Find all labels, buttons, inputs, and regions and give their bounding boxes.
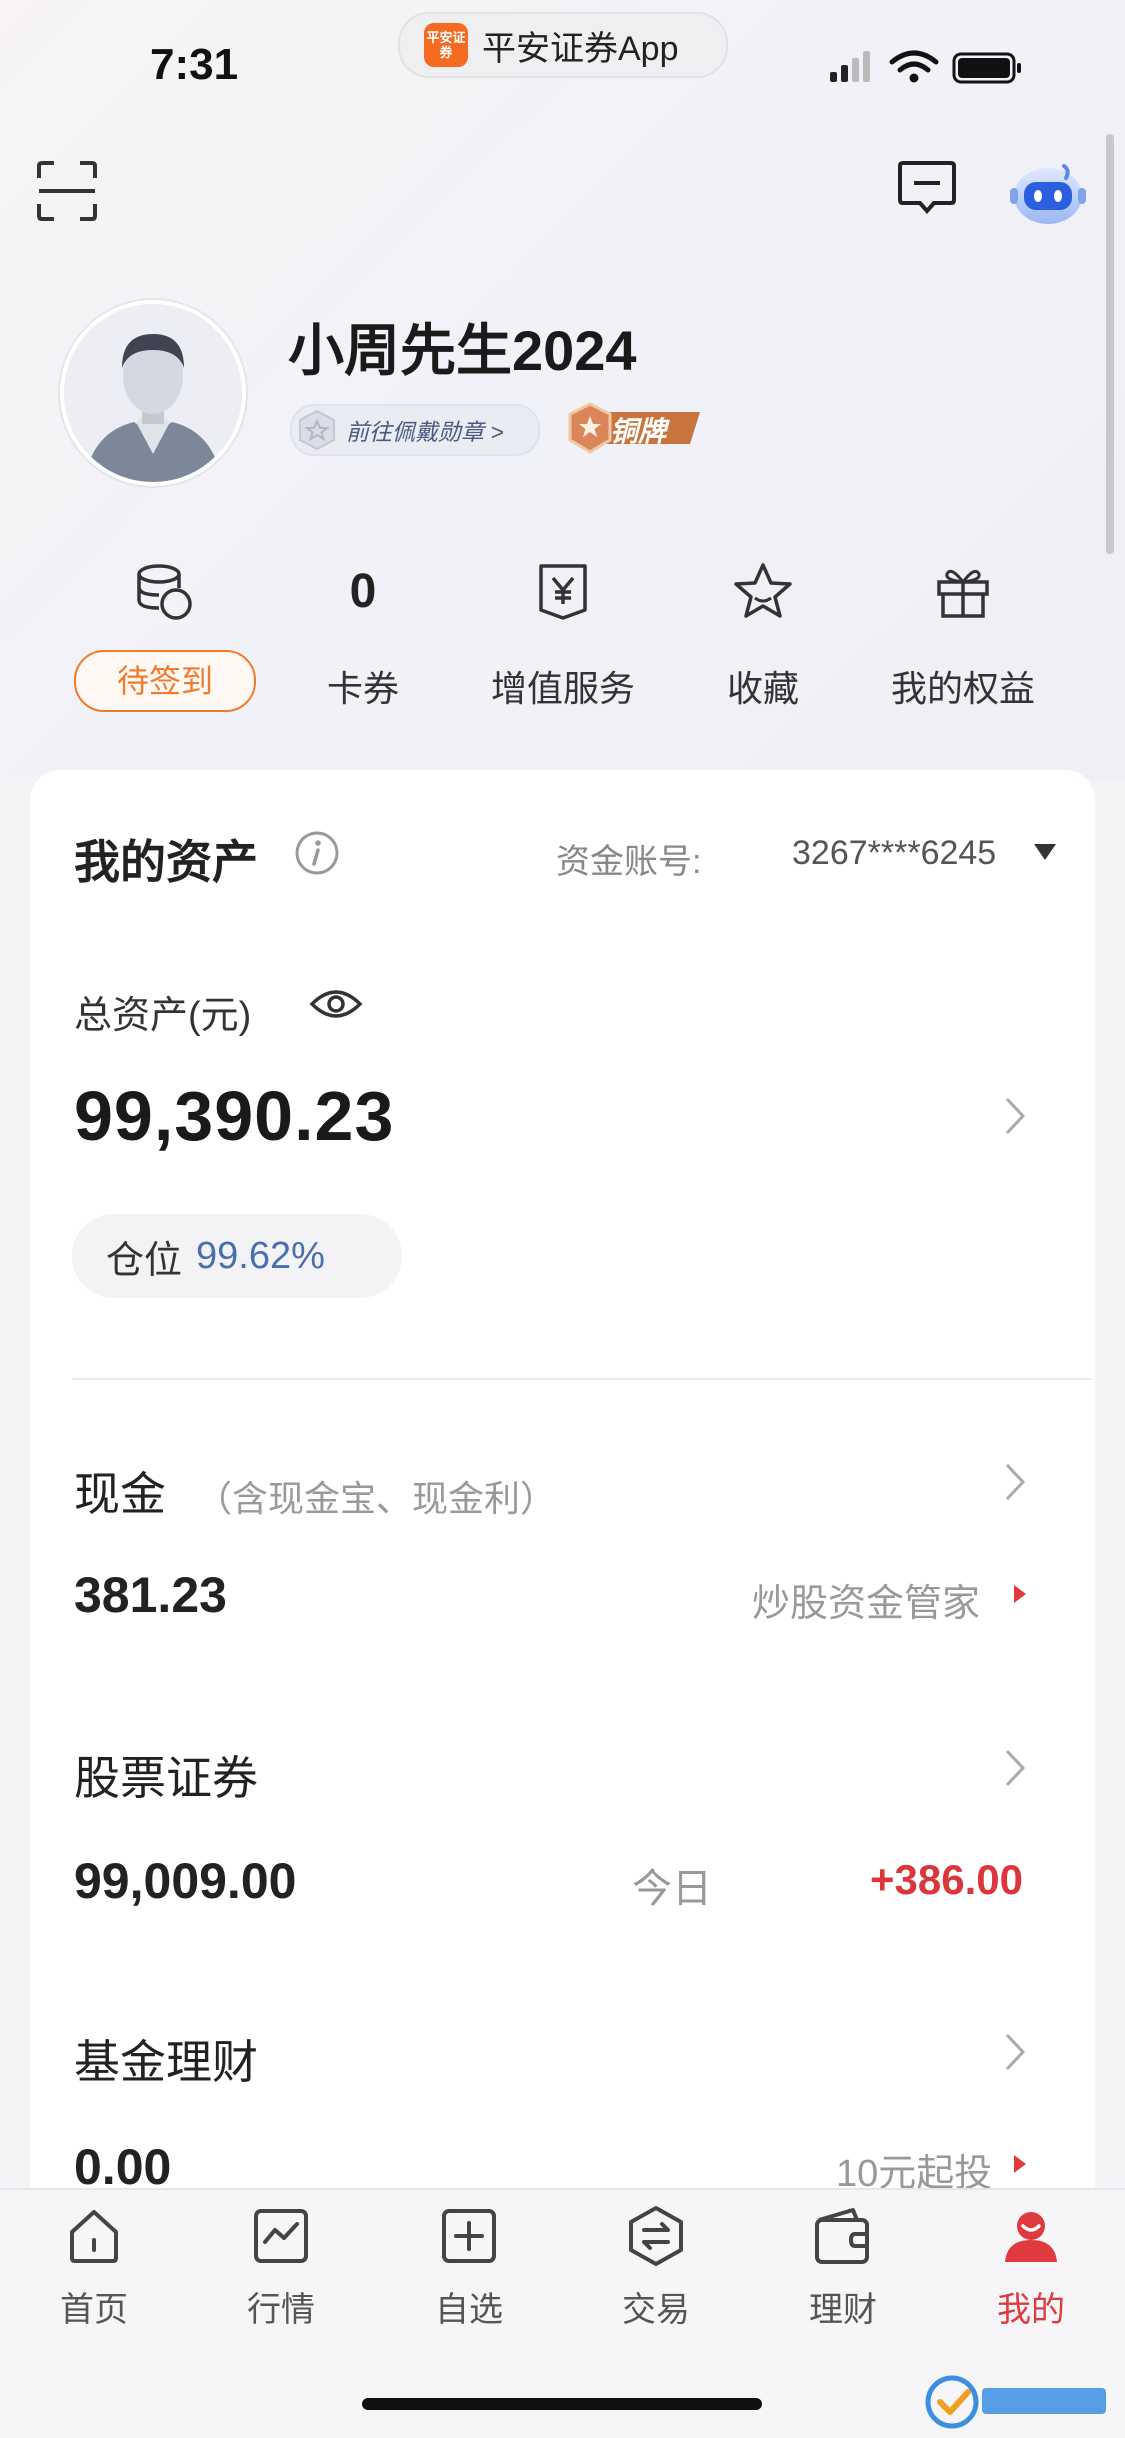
cash-title[interactable]: 现金 — [74, 1458, 166, 1524]
tab-mine-label: 我的 — [997, 2291, 1065, 2329]
today-change-value: +386.00 — [870, 1856, 1023, 1903]
tab-watchlist-label: 自选 — [435, 2291, 503, 2329]
avatar[interactable] — [60, 300, 246, 486]
scrollbar[interactable] — [1106, 134, 1114, 554]
sign-in-item[interactable] — [63, 560, 263, 624]
position-pill: 仓位 99.62% — [72, 1214, 402, 1298]
chart-icon — [254, 2209, 308, 2263]
account-number[interactable]: 3267****6245 — [792, 834, 996, 873]
position-label: 仓位 — [106, 1239, 183, 1282]
robot-assistant-icon[interactable] — [1008, 158, 1088, 228]
stocks-value: 99,009.00 — [74, 1853, 297, 1909]
account-dropdown-icon[interactable] — [1034, 844, 1056, 860]
home-icon — [70, 2210, 118, 2263]
total-assets-label: 总资产(元) — [74, 995, 252, 1037]
red-arrow-icon — [1014, 1585, 1026, 1603]
wear-badge-text: 前往佩戴勋章 > — [346, 419, 504, 445]
my-rights-label[interactable]: 我的权益 — [863, 660, 1063, 712]
tab-market[interactable]: 行情 — [206, 2200, 356, 2331]
total-assets-value[interactable]: 99,390.23 — [74, 1076, 394, 1156]
tab-trade-label: 交易 — [622, 2291, 690, 2329]
yen-bag-icon — [539, 564, 587, 620]
tab-watchlist[interactable]: 自选 — [394, 2200, 544, 2331]
scan-icon[interactable] — [36, 160, 98, 222]
watermark-logo-icon — [925, 2375, 1106, 2429]
my-rights-item[interactable] — [863, 560, 1063, 624]
favorites-item[interactable] — [663, 560, 863, 624]
status-time: 7:31 — [150, 40, 239, 89]
wallet-icon — [815, 2208, 869, 2264]
tab-finance[interactable]: 理财 — [768, 2200, 918, 2331]
value-added-label[interactable]: 增值服务 — [463, 660, 663, 712]
stocks-title[interactable]: 股票证券 — [74, 1742, 258, 1808]
message-icon[interactable] — [896, 160, 958, 218]
cash-subtitle: （含现金宝、现金利） — [196, 1478, 557, 1519]
wear-badge-link[interactable]: 前往佩戴勋章 > — [290, 404, 540, 456]
hexagon-badge-icon — [299, 409, 335, 451]
cash-manager-link[interactable]: 炒股资金管家 — [752, 1572, 980, 1627]
sign-in-button[interactable]: 待签到 — [74, 650, 256, 712]
today-label: 今日 — [632, 1867, 712, 1911]
medal-label: 铜牌 — [610, 416, 667, 447]
tab-home[interactable]: 首页 — [19, 2200, 169, 2331]
coupon-label[interactable]: 卡券 — [263, 660, 463, 712]
eye-icon[interactable] — [308, 982, 364, 1026]
star-icon — [734, 563, 792, 618]
app-logo: 平安证券 — [424, 23, 468, 67]
exchange-icon — [629, 2206, 683, 2266]
divider — [72, 1378, 1092, 1380]
red-arrow-icon — [1014, 2155, 1026, 2173]
home-indicator[interactable] — [362, 2398, 762, 2410]
chevron-right-icon[interactable] — [1004, 1096, 1026, 1136]
position-value: 99.62% — [196, 1234, 325, 1277]
gift-icon — [937, 569, 989, 618]
tab-home-label: 首页 — [60, 2291, 128, 2329]
coupon-count: 0 — [349, 565, 377, 618]
tab-market-label: 行情 — [247, 2291, 315, 2329]
tab-trade[interactable]: 交易 — [581, 2200, 731, 2331]
username: 小周先生2024 — [288, 319, 637, 382]
info-icon[interactable] — [294, 830, 340, 876]
avatar-person-icon — [64, 304, 242, 482]
profile-icon — [1005, 2212, 1057, 2262]
add-square-icon — [442, 2209, 496, 2263]
tab-finance-label: 理财 — [809, 2291, 877, 2329]
value-added-item[interactable] — [463, 560, 663, 624]
account-label: 资金账号: — [556, 843, 702, 881]
coins-icon — [137, 564, 192, 620]
assets-title: 我的资产 — [74, 836, 258, 888]
favorites-label[interactable]: 收藏 — [663, 660, 863, 712]
app-name: 平安证券App — [482, 29, 679, 68]
funds-title[interactable]: 基金理财 — [74, 2026, 258, 2092]
chevron-right-icon[interactable] — [1004, 1748, 1026, 1788]
chevron-right-icon[interactable] — [1004, 1462, 1026, 1502]
app-switch-pill[interactable]: 平安证券 平安证券App — [398, 12, 728, 78]
chevron-right-icon[interactable] — [1004, 2032, 1026, 2072]
coupon-item[interactable]: 0 — [263, 560, 463, 624]
status-indicators-icon — [830, 50, 1021, 84]
cash-value: 381.23 — [74, 1567, 227, 1623]
tab-mine[interactable]: 我的 — [956, 2200, 1106, 2331]
